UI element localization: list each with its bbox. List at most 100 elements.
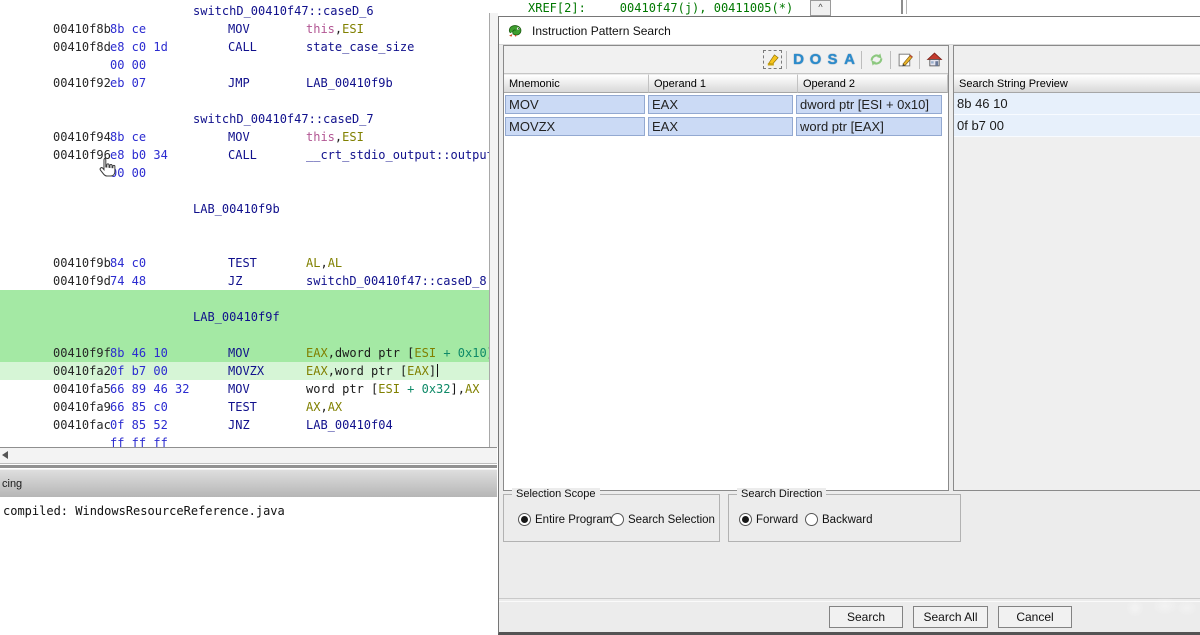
pattern-cell[interactable]: EAX: [648, 117, 793, 136]
column-header-operand-1[interactable]: Operand 1: [649, 74, 798, 93]
refresh-icon[interactable]: [865, 49, 887, 71]
listing-instruction-row[interactable]: 00410f96 e8 b0 34 CALL __crt_stdio_output::…: [0, 146, 497, 164]
listing-label-row[interactable]: switchD_00410f47::caseD_6: [0, 2, 490, 20]
pane-divider: [906, 0, 907, 14]
listing-operands: AX,AX: [306, 400, 343, 414]
radio-forward[interactable]: Forward: [739, 513, 798, 526]
search-direction-group: Search Direction Forward Backward: [728, 488, 961, 542]
listing-address: 00410fa2: [53, 364, 111, 378]
listing-mnemonic: CALL: [228, 148, 257, 162]
column-header-operand-2[interactable]: Operand 2: [798, 74, 948, 93]
xref-label: XREF[2]:: [528, 1, 586, 15]
listing-instruction-row[interactable]: 00410f9b 84 c0 TEST AL,AL: [0, 254, 490, 272]
pattern-table-body: MOV EAX dword ptr [ESI + 0x10] MOVZX EAX word…: [504, 93, 948, 137]
listing-instruction-row[interactable]: 00410f92 eb 07 JMP LAB_00410f9b: [0, 74, 490, 92]
listing-address: 00410f92: [53, 76, 111, 90]
radio-search-selection[interactable]: Search Selection: [611, 513, 715, 526]
column-header-search-string-preview[interactable]: Search String Preview: [954, 74, 1200, 93]
listing-instruction-row[interactable]: 00410fac 0f 85 52 JNZ LAB_00410f04: [0, 416, 490, 434]
listing-instruction-row[interactable]: 00410f94 8b ce MOV this,ESI: [0, 128, 490, 146]
pattern-cell[interactable]: EAX: [648, 95, 793, 114]
console-panel-header[interactable]: cing: [0, 469, 497, 497]
listing-instruction-row[interactable]: 00410fa5 66 89 46 32 MOV word ptr [ESI + 0x…: [0, 380, 490, 398]
listing-bytes: 84 c0: [110, 256, 147, 270]
scroll-left-arrow-icon[interactable]: [2, 451, 8, 459]
listing-operands: this,ESI: [306, 130, 364, 144]
ghidra-dragon-icon: [508, 24, 522, 37]
button-area-separator: [499, 598, 1200, 602]
listing-bytes: eb 07: [110, 76, 147, 90]
listing-bytes-row[interactable]: 00 00: [0, 56, 490, 74]
listing-bytes: 0f 85 52: [110, 418, 168, 432]
scroll-up-button[interactable]: ^: [810, 0, 831, 16]
listing-operands: switchD_00410f47::caseD_8: [306, 274, 487, 288]
edit-pencil-icon[interactable]: [894, 49, 916, 71]
listing-bytes: 0f b7 00: [110, 364, 168, 378]
text-caret: [437, 364, 439, 377]
listing-instruction-row[interactable]: 00410fa2 0f b7 00 MOVZX EAX,word ptr [EAX]: [0, 362, 490, 380]
listing-instruction-row[interactable]: 00410f8b 8b ce MOV this,ESI: [0, 20, 490, 38]
toolbar-separator: [861, 50, 862, 69]
toolbar-letter-a-icon[interactable]: A: [841, 49, 858, 71]
listing-spacer-row: [0, 236, 490, 254]
listing-operands: EAX,word ptr [EAX]: [306, 364, 439, 378]
listing-bytes: 74 48: [110, 274, 147, 288]
radio-selected-icon: [518, 513, 531, 526]
listing-bytes: 8b 46 10: [110, 346, 168, 360]
pattern-cell[interactable]: MOVZX: [505, 117, 645, 136]
dialog-titlebar[interactable]: Instruction Pattern Search: [499, 17, 1200, 45]
pane-splitter[interactable]: [0, 465, 497, 468]
listing-bytes: 66 89 46 32: [110, 382, 190, 396]
disassembly-listing[interactable]: switchD_00410f47::caseD_6 00410f8b 8b ce MO…: [0, 0, 497, 447]
listing-operands: state_case_size: [306, 40, 415, 54]
listing-mnemonic: JZ: [228, 274, 243, 288]
column-header-mnemonic[interactable]: Mnemonic: [504, 74, 649, 93]
preview-row[interactable]: 0f b7 00: [954, 115, 1200, 137]
radio-entire-program[interactable]: Entire Program: [518, 513, 612, 526]
cancel-button[interactable]: Cancel: [998, 606, 1072, 628]
listing-mnemonic: CALL: [228, 40, 257, 54]
listing-label-row[interactable]: switchD_00410f47::caseD_7: [0, 110, 490, 128]
listing-spacer-row: [0, 218, 490, 236]
listing-operands: LAB_00410f9b: [306, 76, 393, 90]
manual-entry-icon[interactable]: [761, 49, 783, 71]
listing-operands: AL,AL: [306, 256, 343, 270]
preview-row[interactable]: 8b 46 10: [954, 93, 1200, 115]
listing-address: 00410f9d: [53, 274, 111, 288]
preview-panel-top-strip: [954, 46, 1200, 74]
pattern-row: MOV EAX dword ptr [ESI + 0x10]: [504, 93, 948, 115]
toolbar-letter-o-icon[interactable]: O: [807, 49, 824, 71]
listing-bytes-row[interactable]: ff ff ff: [0, 434, 490, 447]
listing-address: 00410f8b: [53, 22, 111, 36]
pattern-cell[interactable]: MOV: [505, 95, 645, 114]
listing-instruction-row[interactable]: 00410fa9 66 85 c0 TEST AX,AX: [0, 398, 490, 416]
listing-operands: LAB_00410f04: [306, 418, 393, 432]
listing-label-row[interactable]: LAB_00410f9b: [0, 200, 490, 218]
pattern-cell[interactable]: dword ptr [ESI + 0x10]: [796, 95, 942, 114]
toolbar-letter-s-icon[interactable]: S: [824, 49, 841, 71]
listing-instruction-row[interactable]: 00410f9d 74 48 JZ switchD_00410f47::caseD_8: [0, 272, 490, 290]
listing-label-row[interactable]: LAB_00410f9f: [0, 308, 490, 326]
listing-rows: switchD_00410f47::caseD_6 00410f8b 8b ce MO…: [0, 2, 497, 447]
listing-vertical-scrollbar[interactable]: [489, 13, 498, 447]
toolbar-separator: [890, 50, 891, 69]
search-button[interactable]: Search: [829, 606, 903, 628]
pattern-cell[interactable]: word ptr [EAX]: [796, 117, 942, 136]
listing-label: switchD_00410f47::caseD_7: [193, 112, 374, 126]
listing-instruction-row[interactable]: 00410f8d e8 c0 1d CALL state_case_size: [0, 38, 490, 56]
watermark: [1121, 590, 1200, 622]
search-all-button[interactable]: Search All: [913, 606, 988, 628]
radio-backward[interactable]: Backward: [805, 513, 873, 526]
toolbar-letter-d-icon[interactable]: D: [790, 49, 807, 71]
home-icon[interactable]: [923, 49, 945, 71]
radio-label: Entire Program: [535, 513, 613, 526]
preview-header-row: Search String Preview: [954, 74, 1200, 93]
radio-unselected-icon: [611, 513, 624, 526]
listing-bytes: 66 85 c0: [110, 400, 168, 414]
listing-instruction-row[interactable]: 00410f9f 8b 46 10 MOV EAX,dword ptr [ESI + …: [0, 344, 494, 362]
listing-horizontal-scrollbar[interactable]: [0, 447, 497, 464]
listing-bytes-row[interactable]: 00 00: [0, 164, 490, 182]
console-header-label: cing: [2, 478, 23, 490]
listing-bytes: ff ff ff: [110, 436, 168, 447]
toolbar-separator: [919, 50, 920, 69]
